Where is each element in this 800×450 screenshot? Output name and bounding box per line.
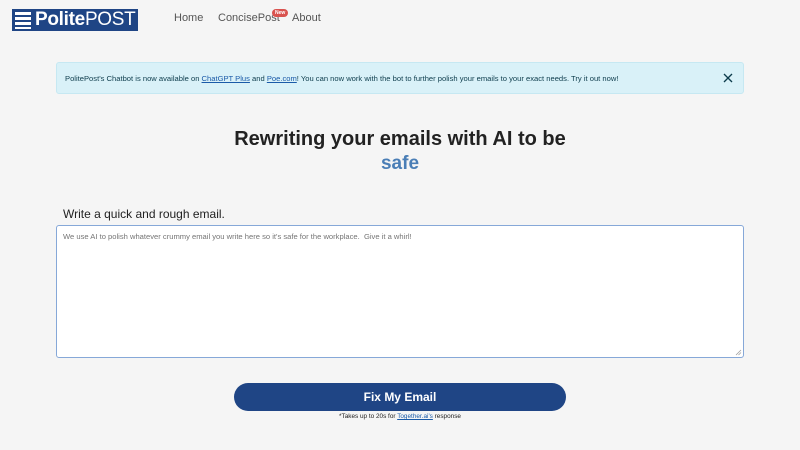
navbar: Polite POST Home ConcisePost New About — [0, 0, 800, 40]
hero-rotating-word: safe — [380, 153, 420, 174]
brand-name-bold: Polite — [35, 9, 85, 30]
email-input-label: Write a quick and rough email. — [63, 207, 225, 221]
poe-link[interactable]: Poe.com — [267, 74, 297, 83]
email-input[interactable] — [56, 225, 744, 358]
nav-home-link[interactable]: Home — [174, 12, 203, 24]
hero-title: Rewriting your emails with AI to be — [234, 128, 566, 150]
announcement-alert: PolitePost's Chatbot is now available on… — [56, 62, 744, 94]
new-badge: New — [272, 9, 289, 17]
footnote-prefix: *Takes up to 20s for — [339, 413, 398, 420]
footnote-suffix: response — [432, 413, 461, 420]
close-icon[interactable] — [721, 71, 735, 85]
brand-logo[interactable]: Polite POST — [12, 8, 145, 32]
fix-my-email-button[interactable]: Fix My Email — [234, 383, 566, 411]
alert-middle: and — [249, 73, 267, 83]
resize-handle-icon[interactable] — [735, 349, 742, 356]
response-time-footnote: *Takes up to 20s for Together.ai's respo… — [0, 413, 800, 420]
together-ai-link[interactable]: Together.ai's — [397, 413, 433, 420]
nav-concisepost-link[interactable]: ConcisePost — [218, 12, 280, 24]
alert-prefix: PolitePost's Chatbot is now available on — [65, 73, 202, 83]
brand-name-regular: POST — [84, 9, 136, 30]
logo-lines-icon — [12, 9, 34, 31]
alert-text: PolitePost's Chatbot is now available on… — [65, 74, 618, 83]
chatgpt-plus-link[interactable]: ChatGPT Plus — [202, 74, 250, 83]
brand-name: Polite POST — [34, 9, 139, 31]
nav-about-link[interactable]: About — [292, 12, 321, 24]
page: Polite POST Home ConcisePost New About Po… — [0, 0, 800, 450]
alert-suffix: ! You can now work with the bot to furth… — [296, 73, 619, 83]
